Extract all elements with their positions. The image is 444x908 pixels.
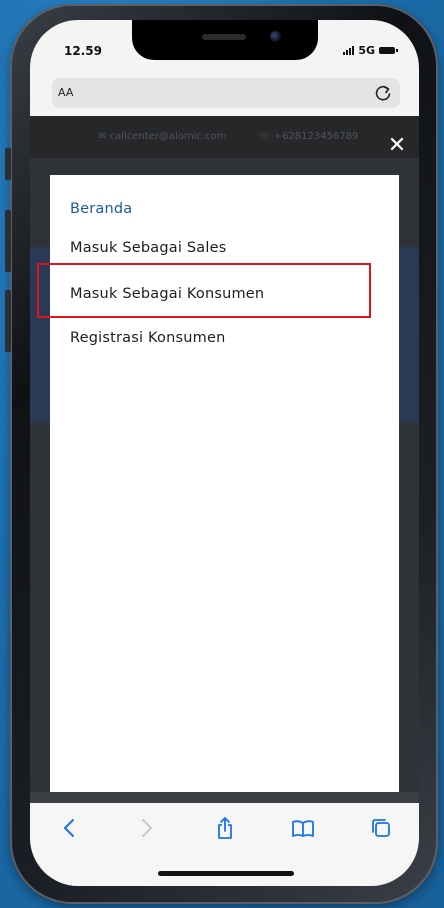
- tabs-icon[interactable]: [366, 813, 396, 843]
- network-label: 5G: [358, 44, 375, 57]
- forward-icon[interactable]: [132, 813, 162, 843]
- volume-up-button: [5, 210, 11, 272]
- mute-switch: [5, 148, 11, 180]
- home-indicator[interactable]: [158, 871, 294, 876]
- bookmarks-icon[interactable]: [288, 813, 318, 843]
- speaker: [202, 34, 246, 40]
- page-contact-bar: ✉ callcenter@alomic.com ☏ +628123456789: [30, 116, 419, 158]
- menu-item-masuk-konsumen[interactable]: Masuk Sebagai Konsumen: [70, 286, 264, 302]
- safari-toolbar: [30, 803, 419, 886]
- front-camera: [270, 31, 281, 42]
- contact-email: ✉ callcenter@alomic.com: [98, 131, 227, 142]
- address-bar: AA: [30, 72, 419, 116]
- signal-icon: [343, 46, 355, 55]
- status-time: 12.59: [64, 44, 102, 58]
- close-icon[interactable]: ✕: [385, 134, 409, 158]
- menu-item-registrasi-konsumen[interactable]: Registrasi Konsumen: [70, 330, 225, 346]
- volume-down-button: [5, 290, 11, 352]
- status-indicators: 5G: [343, 44, 398, 57]
- phone-screen: 12.59 5G AA ✉ callcenter@alomic.com ☏ +6…: [30, 20, 419, 886]
- contact-phone: ☏ +628123456789: [258, 131, 359, 142]
- reload-icon[interactable]: [372, 82, 394, 104]
- nav-menu-panel: Beranda Masuk Sebagai Sales Masuk Sebaga…: [50, 175, 399, 792]
- back-icon[interactable]: [54, 813, 84, 843]
- battery-icon: [379, 47, 398, 54]
- menu-item-beranda[interactable]: Beranda: [70, 201, 132, 217]
- notch: [132, 20, 318, 60]
- share-icon[interactable]: [210, 813, 240, 843]
- reader-aa-button[interactable]: AA: [58, 86, 73, 99]
- url-field[interactable]: AA: [52, 78, 400, 108]
- menu-item-masuk-sales[interactable]: Masuk Sebagai Sales: [70, 240, 226, 256]
